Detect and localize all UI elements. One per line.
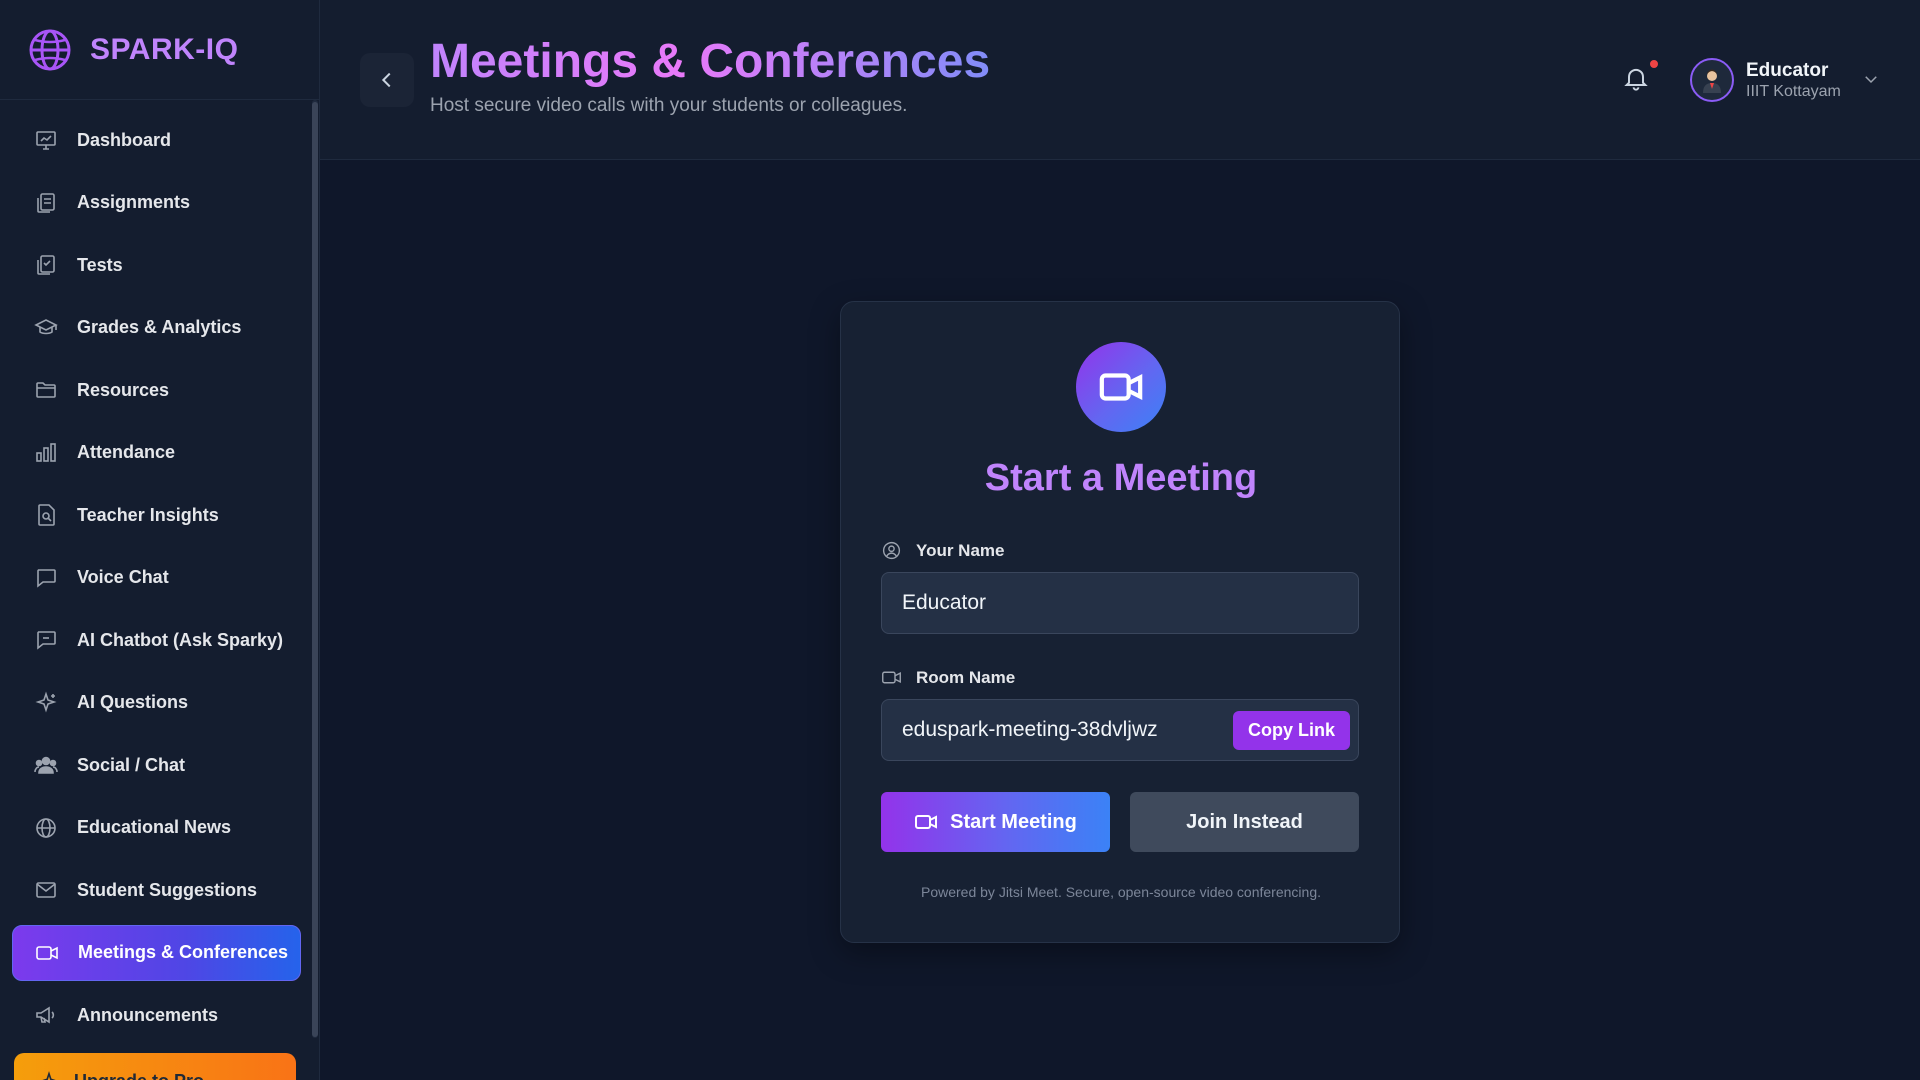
sidebar-item-student-suggestions[interactable]: Student Suggestions <box>12 862 301 918</box>
sidebar-item-resources[interactable]: Resources <box>12 362 301 418</box>
copy-link-button[interactable]: Copy Link <box>1232 711 1350 750</box>
chat-bubble-icon <box>34 566 58 590</box>
room-name-label-text: Room Name <box>916 667 1016 687</box>
assignments-icon <box>34 191 58 215</box>
sidebar-item-attendance[interactable]: Attendance <box>12 425 301 481</box>
sidebar-item-label: AI Chatbot (Ask Sparky) <box>77 629 284 650</box>
sidebar-item-social-chat[interactable]: Social / Chat <box>12 737 301 793</box>
your-name-label: Your Name <box>881 540 1005 561</box>
user-org: IIIT Kottayam <box>1746 83 1841 100</box>
bell-icon <box>1624 68 1648 91</box>
graduation-cap-icon <box>34 316 58 340</box>
your-name-label-text: Your Name <box>916 540 1005 560</box>
main-content: Start a Meeting Your Name Educator Room … <box>320 161 1920 1080</box>
sidebar-item-announcements[interactable]: Announcements <box>12 987 301 1043</box>
sidebar-item-label: Assignments <box>77 192 191 212</box>
join-instead-button[interactable]: Join Instead <box>1130 792 1359 852</box>
chatbot-icon <box>34 628 58 652</box>
video-camera-icon <box>1076 342 1166 432</box>
video-icon <box>35 941 59 965</box>
folder-icon <box>34 378 58 402</box>
avatar[interactable] <box>1690 58 1734 102</box>
your-name-input[interactable]: Educator <box>881 572 1359 634</box>
megaphone-icon <box>34 1003 58 1027</box>
start-meeting-label: Start Meeting <box>950 810 1077 833</box>
sidebar-item-label: Educational News <box>77 817 232 837</box>
video-icon <box>882 671 901 684</box>
globe-icon <box>34 816 58 840</box>
brand[interactable]: SPARK-IQ <box>0 0 319 100</box>
sparkles-icon <box>42 1071 56 1080</box>
sidebar-scrollbar-thumb[interactable] <box>312 102 318 1037</box>
upgrade-label: Upgrade to Pro <box>74 1071 204 1080</box>
sidebar-item-dashboard[interactable]: Dashboard <box>12 112 301 168</box>
user-menu-toggle[interactable] <box>1862 70 1882 90</box>
chevron-left-icon <box>381 72 391 88</box>
sparkles-icon <box>34 690 58 715</box>
your-name-value: Educator <box>902 591 987 614</box>
sidebar-item-teacher-insights[interactable]: Teacher Insights <box>12 487 301 543</box>
sidebar-item-tests[interactable]: Tests <box>12 237 301 293</box>
user-avatar-icon <box>1703 69 1721 93</box>
sidebar-item-voice-chat[interactable]: Voice Chat <box>12 550 301 606</box>
sidebar-item-label: Dashboard <box>77 129 172 150</box>
page-header: Meetings & Conferences Host secure video… <box>320 0 1920 160</box>
back-button[interactable] <box>360 53 414 107</box>
dashboard-icon <box>34 128 58 152</box>
room-name-label: Room Name <box>881 667 1015 688</box>
page-title: Meetings & Conferences <box>430 35 991 88</box>
sidebar-item-label: AI Questions <box>77 692 189 712</box>
sidebar-item-label: Meetings & Conferences <box>78 942 289 962</box>
sidebar-item-label: Attendance <box>77 442 176 462</box>
upgrade-button[interactable]: Upgrade to Pro <box>14 1053 296 1080</box>
video-icon <box>915 815 938 829</box>
room-name-input[interactable]: eduspark-meeting-38dvljwz Copy Link <box>881 699 1359 761</box>
mail-icon <box>34 878 58 902</box>
sidebar-item-label: Teacher Insights <box>77 504 219 525</box>
page-subtitle: Host secure video calls with your studen… <box>430 95 908 116</box>
meeting-card: Start a Meeting Your Name Educator Room … <box>840 301 1400 943</box>
sidebar-item-educational-news[interactable]: Educational News <box>12 800 301 856</box>
bar-chart-icon <box>34 441 58 465</box>
sidebar-item-label: Resources <box>77 379 170 400</box>
globe-logo-icon <box>29 29 71 70</box>
start-meeting-button[interactable]: Start Meeting <box>881 792 1110 852</box>
users-icon <box>34 753 58 777</box>
sidebar-item-label: Grades & Analytics <box>77 317 242 337</box>
sidebar-item-label: Announcements <box>77 1004 219 1025</box>
sidebar-item-label: Tests <box>77 254 123 275</box>
user-name[interactable]: Educator <box>1746 60 1828 82</box>
chevron-down-icon <box>1865 76 1877 84</box>
sidebar-item-grades[interactable]: Grades & Analytics <box>12 300 301 356</box>
sidebar-nav: Dashboard Assignments Tests Grades & Ana… <box>0 100 319 1043</box>
tests-icon <box>34 253 58 277</box>
user-circle-icon <box>882 541 901 560</box>
room-name-value: eduspark-meeting-38dvljwz <box>902 718 1158 741</box>
sidebar-item-label: Voice Chat <box>77 567 169 587</box>
sidebar-item-label: Social / Chat <box>77 754 186 775</box>
meeting-card-title: Start a Meeting <box>984 457 1258 499</box>
sidebar-item-meetings[interactable]: Meetings & Conferences <box>12 924 301 981</box>
sidebar-item-ai-chatbot[interactable]: AI Chatbot (Ask Sparky) <box>12 612 301 668</box>
file-search-icon <box>34 503 58 527</box>
sidebar-item-label: Student Suggestions <box>77 879 257 900</box>
sidebar-item-assignments[interactable]: Assignments <box>12 175 301 231</box>
sidebar: SPARK-IQ Dashboard Assignments Tests Gra… <box>0 0 320 1080</box>
notifications-button[interactable] <box>1622 64 1652 94</box>
notification-dot <box>1650 60 1658 68</box>
sidebar-item-ai-questions[interactable]: AI Questions <box>12 675 301 731</box>
brand-name: SPARK-IQ <box>90 32 239 66</box>
powered-by-note: Powered by Jitsi Meet. Secure, open-sour… <box>921 884 1321 900</box>
